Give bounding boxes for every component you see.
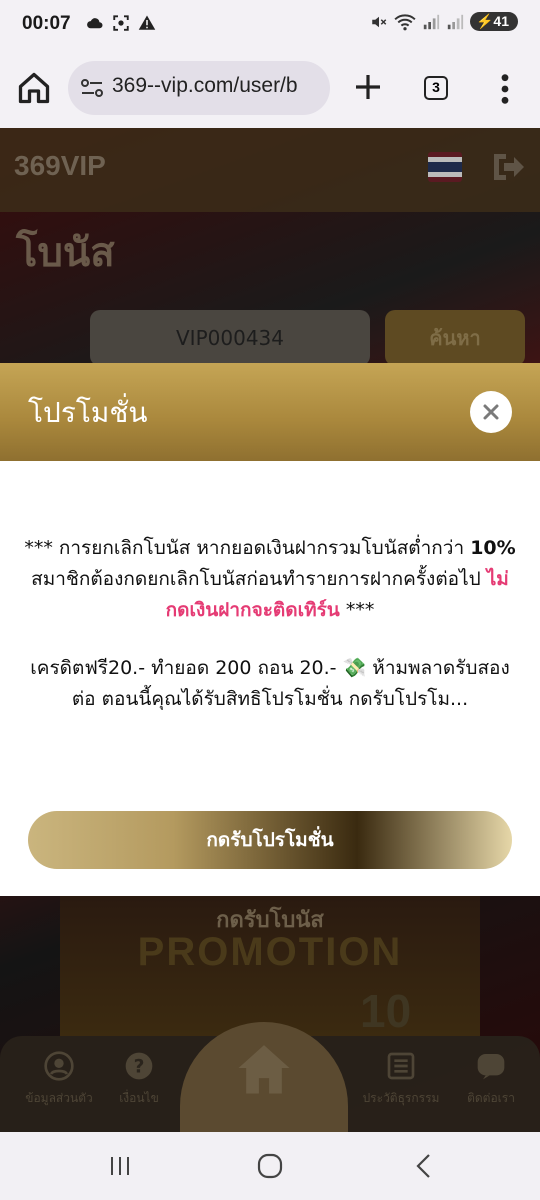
battery-level: 41	[493, 13, 509, 29]
address-bar[interactable]: 369--vip.com/user/b	[68, 61, 330, 115]
list-icon	[387, 1052, 415, 1080]
banner-title: PROMOTION	[137, 930, 403, 974]
tabs-icon[interactable]: 3	[424, 76, 448, 100]
modal-header: โปรโมชั่น	[0, 363, 540, 461]
logout-icon[interactable]	[490, 150, 526, 184]
question-icon: ?	[125, 1052, 153, 1080]
url-text[interactable]: 369--vip.com/user/b	[112, 74, 298, 98]
back-icon[interactable]	[412, 1153, 436, 1179]
wifi-icon	[394, 13, 416, 30]
battery-indicator: ⚡41	[469, 12, 518, 31]
nav-label-contact: ติดต่อเรา	[467, 1091, 515, 1105]
free-credit-promo-text: เครดิตฟรี20.- ทำยอด 200 ถอน 20.- 💸 ห้ามพ…	[30, 657, 510, 710]
bonus-cancel-notice: *** การยกเลิกโบนัส หากยอดเงินฝากรวมโบนัส…	[24, 537, 516, 621]
mute-icon	[372, 16, 387, 27]
nav-item-contact[interactable]: ติดต่อเรา	[436, 1050, 540, 1108]
close-button[interactable]	[470, 391, 512, 433]
username-search-input[interactable]: VIP000434	[90, 310, 370, 366]
close-icon	[483, 404, 499, 420]
modal-body: *** การยกเลิกโบนัส หากยอดเงินฝากรวมโบนัส…	[24, 533, 516, 715]
search-button[interactable]: ค้นหา	[385, 310, 525, 366]
percent-value: 10%	[470, 537, 516, 559]
warning-icon	[138, 15, 156, 30]
promotion-modal: โปรโมชั่น *** การยกเลิกโบนัส หากยอดเงินฝ…	[0, 363, 540, 896]
tab-count: 3	[432, 79, 440, 95]
home-icon[interactable]	[16, 70, 52, 106]
thai-flag-icon[interactable]	[428, 152, 462, 182]
modal-title: โปรโมชั่น	[28, 396, 148, 429]
banner-number: 10	[360, 985, 412, 1037]
line-chat-icon	[477, 1054, 505, 1080]
nav-home-button[interactable]	[180, 1022, 348, 1132]
money-emoji-icon: 💸	[342, 657, 367, 679]
page-title: โบนัส	[16, 230, 115, 276]
site-header: 369VIP	[0, 128, 540, 212]
claim-promotion-button[interactable]: กดรับโปรโมชั่น	[28, 811, 512, 869]
home-icon	[238, 1045, 290, 1094]
site-logo: 369VIP	[14, 150, 106, 181]
home-button-icon[interactable]	[257, 1153, 283, 1179]
cloud-icon	[87, 18, 103, 29]
plus-icon[interactable]	[352, 71, 384, 103]
signal-icon	[423, 14, 440, 29]
status-system: ⚡41	[370, 12, 518, 31]
nav-item-terms[interactable]: ? เงื่อนไข	[84, 1050, 194, 1108]
more-vert-icon[interactable]	[494, 72, 516, 106]
svg-text:?: ?	[134, 1057, 145, 1078]
status-bar: 00:07 ⚡41	[0, 0, 540, 52]
user-icon	[44, 1051, 74, 1081]
site-settings-icon[interactable]	[80, 77, 104, 99]
promotion-banner[interactable]: กดรับโบนัส PROMOTION 10	[60, 896, 480, 1037]
bottom-nav: ข้อมูลส่วนตัว ? เงื่อนไข ประวัติธุรกรรม …	[0, 1022, 540, 1132]
nav-label-terms: เงื่อนไข	[119, 1091, 159, 1105]
status-time: 00:07	[22, 13, 71, 34]
recent-apps-icon[interactable]	[108, 1154, 132, 1178]
system-nav-bar	[0, 1132, 540, 1200]
signal-2-icon	[447, 14, 464, 29]
status-notifications	[86, 14, 156, 32]
screenshot-icon	[113, 15, 129, 31]
browser-toolbar: 369--vip.com/user/b 3	[0, 52, 540, 128]
